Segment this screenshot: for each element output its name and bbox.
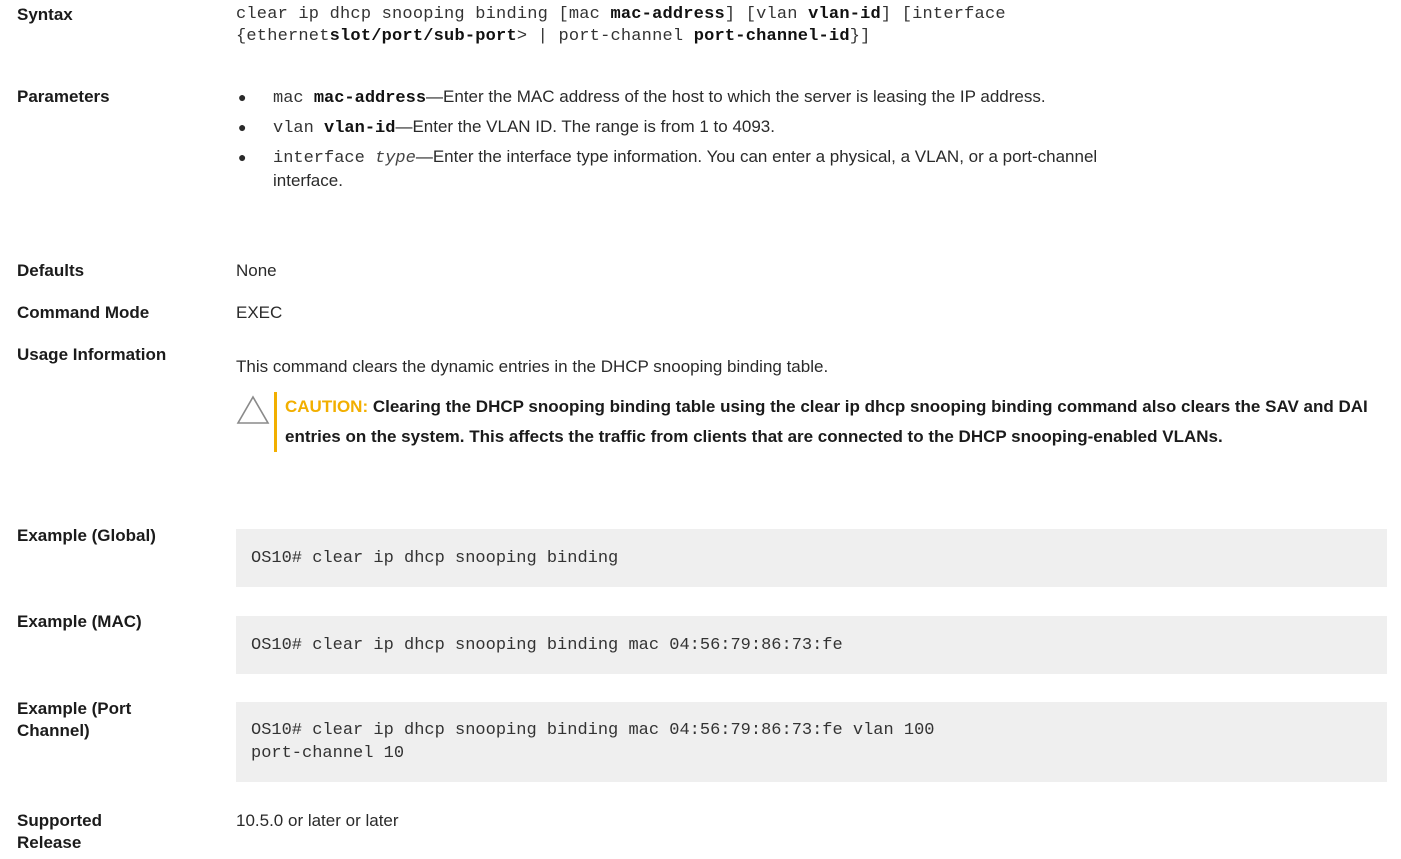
bullet-icon: ● (238, 119, 247, 135)
usage-text: This command clears the dynamic entries … (236, 357, 829, 376)
syntax-line-1: clear ip dhcp snooping binding [mac mac-… (236, 5, 1006, 24)
defaults-value: None (236, 261, 277, 280)
code-block-port-channel: OS10# clear ip dhcp snooping binding mac… (236, 702, 1387, 782)
bullet-icon: ● (238, 89, 247, 105)
parameter-item-vlan: ● vlan vlan-id—Enter the VLAN ID. The ra… (238, 117, 775, 138)
caution-title: CAUTION: (285, 397, 369, 416)
example-mac-label: Example (MAC) (17, 612, 142, 631)
command-mode-value: EXEC (236, 303, 283, 322)
usage-label: Usage Information (17, 345, 167, 364)
bullet-icon: ● (238, 149, 247, 165)
parameters-label: Parameters (17, 87, 110, 106)
code-line: OS10# clear ip dhcp snooping binding mac… (251, 636, 843, 655)
code-line: OS10# clear ip dhcp snooping binding (251, 549, 619, 568)
code-block-mac: OS10# clear ip dhcp snooping binding mac… (236, 616, 1387, 674)
parameter-item-mac: ● mac mac-address—Enter the MAC address … (238, 87, 1046, 108)
caution-body: Clearing the DHCP snooping binding table… (285, 397, 1368, 446)
code-line: OS10# clear ip dhcp snooping binding mac… (251, 721, 935, 740)
code-line: port-channel 10 (251, 744, 405, 763)
command-mode-label: Command Mode (17, 303, 150, 322)
defaults-label: Defaults (17, 261, 85, 280)
caution-text: CAUTION: Clearing the DHCP snooping bind… (274, 392, 1389, 452)
supported-release-label: Supported Release (17, 811, 102, 852)
syntax-label: Syntax (17, 5, 73, 24)
warning-triangle-icon (236, 395, 270, 424)
supported-release-value: 10.5.0 or later or later (236, 811, 399, 830)
code-block-global: OS10# clear ip dhcp snooping binding (236, 529, 1387, 587)
syntax-text: clear ip dhcp snooping binding [mac mac-… (236, 4, 1387, 48)
example-port-channel-label: Example (Port Channel) (17, 699, 132, 740)
example-global-label: Example (Global) (17, 526, 156, 545)
parameter-item-interface: ● interface type—Enter the interface typ… (238, 147, 1098, 190)
parameters-content: ● mac mac-address—Enter the MAC address … (236, 86, 1106, 198)
syntax-line-2: {ethernetslot/port/sub-port> | port-chan… (236, 27, 871, 46)
parameters-list: ● mac mac-address—Enter the MAC address … (236, 86, 1106, 192)
